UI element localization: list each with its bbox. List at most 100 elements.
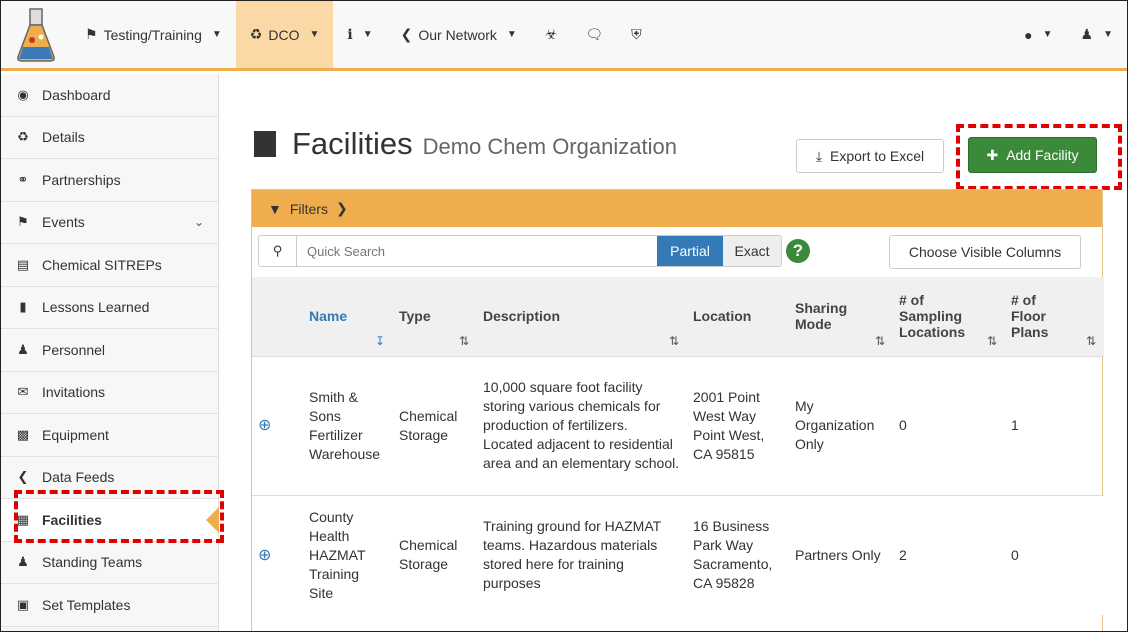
nav-info[interactable]: i ▼ xyxy=(333,1,386,68)
biohazard-icon: ☣ xyxy=(544,26,558,42)
sidebar-item-events[interactable]: ⚑ Events ⌄ xyxy=(1,201,218,244)
nav-testing-label: Testing/Training xyxy=(103,26,202,43)
facilities-panel: ▼ Filters ❯ ⚲ Partial Exact ? Choose Vis… xyxy=(251,189,1104,631)
cell-sharing-mode: My Organization Only xyxy=(789,355,893,495)
main-content: Facilities Demo Chem Organization ⤓ Expo… xyxy=(220,74,1127,631)
sidebar-item-invitations[interactable]: ✉ Invitations xyxy=(1,371,218,414)
chevron-right-icon: ❯ xyxy=(335,200,348,216)
page-subtitle: Demo Chem Organization xyxy=(422,134,677,159)
choose-visible-columns-button[interactable]: Choose Visible Columns xyxy=(889,235,1081,269)
header-label: Type xyxy=(399,308,431,325)
filters-toggle[interactable]: ▼ Filters ❯ xyxy=(252,190,1102,227)
building-icon xyxy=(254,131,276,157)
header-floor-plans[interactable]: # of Floor Plans ⇅ xyxy=(1005,277,1104,356)
sitemap-icon: ♻ xyxy=(17,129,29,145)
caret-down-icon: ▼ xyxy=(211,29,222,40)
add-label: Add Facility xyxy=(1006,147,1079,163)
cell-floor-plans: 0 xyxy=(1005,494,1104,615)
cell-sampling-locations: 2 xyxy=(893,494,1005,615)
cell-floor-plans: 1 xyxy=(1005,355,1104,495)
sidebar-item-facilities[interactable]: ▦ Facilities xyxy=(1,499,219,542)
nav-network-label: Our Network xyxy=(418,26,497,43)
header-label: Sharing Mode xyxy=(795,300,848,333)
sidebar-item-label: Invitations xyxy=(42,384,106,401)
help-icon[interactable]: ? xyxy=(786,239,810,263)
envelope-icon: ✉ xyxy=(17,384,29,400)
header-label: # of Sampling Locations xyxy=(899,292,966,341)
add-facility-button[interactable]: ✚ Add Facility xyxy=(968,137,1097,173)
sidebar-item-equipment[interactable]: ▩ Equipment xyxy=(1,414,218,457)
page-title: Facilities xyxy=(292,126,413,161)
cell-description: Training ground for HAZMAT teams. Hazard… xyxy=(477,494,687,615)
sidebar-item-lessons-learned[interactable]: ▮ Lessons Learned xyxy=(1,286,218,329)
nav-biohazard[interactable]: ☣ xyxy=(531,1,572,68)
info-icon: i xyxy=(347,26,353,43)
top-navbar: ⚑ Testing/Training ▼ ♻ DCO ▼ i ▼ ❮ Our N… xyxy=(1,1,1127,71)
header-sharing-mode[interactable]: Sharing Mode ⇅ xyxy=(789,277,893,356)
app-logo[interactable] xyxy=(1,1,71,68)
chevron-down-icon[interactable]: ⌄ xyxy=(194,215,204,229)
nav-shield[interactable]: ⛨ xyxy=(617,1,656,68)
zoom-in-icon[interactable]: ⊕ xyxy=(258,416,271,435)
caret-down-icon: ▼ xyxy=(506,29,517,40)
partnership-icon: ⚭ xyxy=(17,171,29,187)
nav-user[interactable]: ♟ ▼ xyxy=(1067,1,1127,68)
quick-search-group: ⚲ Partial Exact xyxy=(258,235,782,267)
cell-type: Chemical Storage xyxy=(393,494,477,615)
nav-our-network[interactable]: ❮ Our Network ▼ xyxy=(387,1,531,68)
zoom-in-icon[interactable]: ⊕ xyxy=(258,546,271,565)
header-location[interactable]: Location xyxy=(687,277,789,356)
sidebar-item-data-feeds[interactable]: ❮ Data Feeds xyxy=(1,456,218,499)
filter-icon: ▼ xyxy=(268,200,282,217)
cell-name: County Health HAZMAT Training Site xyxy=(303,494,393,615)
quick-search-input[interactable] xyxy=(297,236,657,266)
share-icon: ❮ xyxy=(400,26,413,42)
search-button[interactable]: ⚲ xyxy=(259,236,297,266)
header-sampling-locations[interactable]: # of Sampling Locations ⇅ xyxy=(893,277,1005,356)
table-row[interactable]: ⊕ Smith & Sons Fertilizer Warehouse Chem… xyxy=(252,355,1104,495)
flag-icon: ⚑ xyxy=(17,214,29,230)
exact-toggle[interactable]: Exact xyxy=(723,236,781,266)
cell-location: 16 Business Park Way Sacramento, CA 9582… xyxy=(687,494,789,615)
sidebar-item-label: Dashboard xyxy=(42,86,111,103)
header-type[interactable]: Type ⇅ xyxy=(393,277,477,356)
share-icon: ❮ xyxy=(17,469,29,485)
sort-icon[interactable]: ⇅ xyxy=(459,334,469,348)
header-label: # of Floor Plans xyxy=(1011,292,1049,341)
header-label: Name xyxy=(309,308,348,325)
sidebar-item-standing-teams[interactable]: ♟ Standing Teams xyxy=(1,541,218,584)
partial-toggle[interactable]: Partial xyxy=(657,236,723,266)
sitemap-icon: ♻ xyxy=(249,26,263,42)
shield-icon: ⛨ xyxy=(631,26,642,42)
nav-chat[interactable]: 🗨 xyxy=(571,1,617,68)
sidebar-item-dashboard[interactable]: ◉ Dashboard xyxy=(1,74,218,117)
sort-icon[interactable]: ⇅ xyxy=(669,334,679,348)
active-indicator xyxy=(206,507,219,533)
sort-icon[interactable]: ⇅ xyxy=(987,334,997,348)
table-toolbar: ⚲ Partial Exact ? Choose Visible Columns xyxy=(252,227,1102,277)
sidebar-item-chemical-sitreps[interactable]: ▤ Chemical SITREPs xyxy=(1,244,218,287)
book-icon: ▮ xyxy=(19,299,27,315)
sort-icon[interactable]: ⇅ xyxy=(1086,334,1096,348)
header-description[interactable]: Description ⇅ xyxy=(477,277,687,356)
sidebar-item-label: Chemical SITREPs xyxy=(42,256,162,273)
download-icon: ⤓ xyxy=(815,147,823,164)
sidebar-item-personnel[interactable]: ♟ Personnel xyxy=(1,329,218,372)
nav-messages[interactable]: ● ▼ xyxy=(1010,1,1066,68)
row-action-cell: ⊕ xyxy=(252,494,303,615)
app-window: ⚑ Testing/Training ▼ ♻ DCO ▼ i ▼ ❮ Our N… xyxy=(0,0,1128,632)
nav-testing-training[interactable]: ⚑ Testing/Training ▼ xyxy=(71,1,236,68)
sidebar-item-partnerships[interactable]: ⚭ Partnerships xyxy=(1,159,218,202)
nav-dco[interactable]: ♻ DCO ▼ xyxy=(235,1,334,68)
header-name[interactable]: Name ↧ xyxy=(303,277,393,356)
sort-desc-icon[interactable]: ↧ xyxy=(375,334,385,348)
table-row[interactable]: ⊕ County Health HAZMAT Training Site Che… xyxy=(252,494,1104,615)
header-label: Location xyxy=(693,308,752,325)
export-excel-button[interactable]: ⤓ Export to Excel xyxy=(796,139,944,173)
header-label: Description xyxy=(483,308,561,325)
sidebar-item-label: Personnel xyxy=(42,341,106,358)
sort-icon[interactable]: ⇅ xyxy=(875,334,885,348)
sidebar-item-set-templates[interactable]: ▣ Set Templates xyxy=(1,584,218,627)
caret-down-icon: ▼ xyxy=(362,29,373,40)
sidebar-item-details[interactable]: ♻ Details xyxy=(1,116,218,159)
